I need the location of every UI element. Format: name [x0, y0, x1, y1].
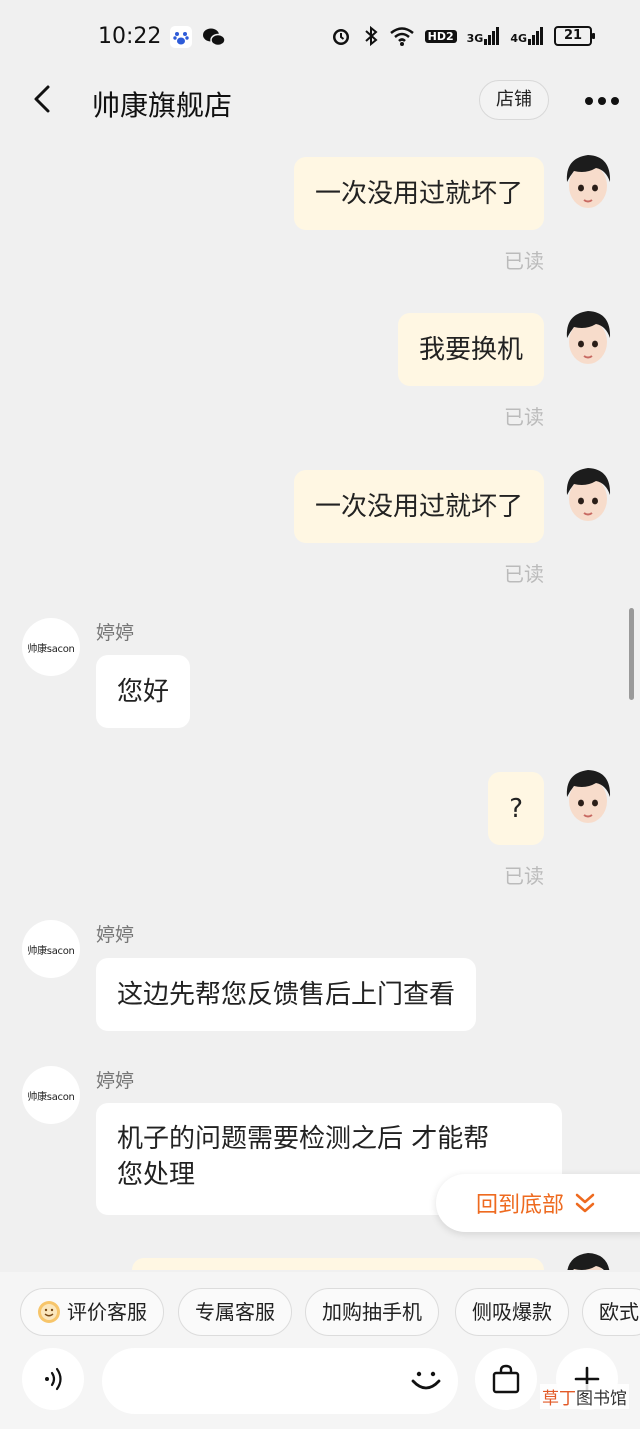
message-input-bar: 草丁图书馆 — [0, 1348, 640, 1429]
shop-button[interactable]: 店铺 — [479, 80, 549, 120]
user-avatar[interactable] — [562, 1250, 614, 1270]
voice-button[interactable] — [22, 1348, 84, 1410]
status-time: 10:22 — [98, 24, 162, 49]
back-arrow-icon[interactable] — [28, 84, 58, 114]
signal-bars-icon — [484, 27, 500, 45]
user-avatar[interactable] — [562, 152, 614, 212]
chip-add-to-cart-draw[interactable]: 加购抽手机 — [305, 1288, 439, 1336]
message-input[interactable] — [102, 1348, 458, 1414]
double-chevron-down-icon — [575, 1193, 595, 1213]
message-bubble-other[interactable]: 您好 — [96, 655, 191, 728]
signal-3g: 3G — [467, 27, 501, 45]
message-bubble-self[interactable]: 一次没用过就坏了 — [293, 470, 544, 543]
emoji-icon[interactable] — [408, 1362, 444, 1398]
smile-badge-icon — [38, 1301, 60, 1323]
sender-name: 婷婷 — [96, 1070, 135, 1092]
chip-side-suction-hot[interactable]: 侧吸爆款 — [455, 1288, 569, 1336]
message-bubble-self[interactable]: ? — [488, 772, 544, 845]
battery-indicator: 21 — [554, 26, 595, 46]
hd-badge: HD2 — [424, 29, 457, 43]
read-status: 已读 — [504, 864, 544, 888]
watermark-text: 草丁图书馆 — [540, 1384, 629, 1409]
chat-message-list[interactable]: 一次没用过就坏了 已读 我要换机 已读 一次没用过就坏了 已读 帅康sacon … — [0, 142, 640, 1270]
user-avatar[interactable] — [562, 308, 614, 368]
signal-bars-icon — [528, 27, 543, 45]
shop-avatar[interactable]: 帅康sacon — [22, 920, 80, 978]
shopping-bag-icon — [492, 1364, 520, 1394]
page-title: 帅康旗舰店 — [92, 89, 233, 122]
message-bubble-self[interactable]: 一次没用过就坏了 — [293, 157, 544, 230]
read-status: 已读 — [504, 249, 544, 273]
read-status: 已读 — [504, 562, 544, 586]
wifi-icon — [389, 27, 414, 46]
user-avatar[interactable] — [562, 767, 614, 827]
read-status: 已读 — [504, 405, 544, 429]
status-indicators: HD2 3G 4G 21 — [329, 24, 595, 48]
shop-avatar[interactable]: 帅康sacon — [22, 1066, 80, 1124]
sender-name: 婷婷 — [96, 924, 135, 946]
chip-european-style[interactable]: 欧式 — [582, 1288, 640, 1336]
alarm-icon — [332, 29, 349, 45]
chat-header: 帅康旗舰店 店铺 — [0, 72, 640, 142]
bluetooth-icon — [364, 25, 378, 47]
more-options-icon[interactable] — [584, 96, 620, 106]
quick-reply-bar: 评价客服 专属客服 加购抽手机 侧吸爆款 欧式 — [0, 1272, 640, 1356]
signal-4g: 4G — [510, 27, 544, 45]
message-bubble-other[interactable]: 这边先帮您反馈售后上门查看 — [96, 958, 477, 1031]
message-bubble-self[interactable]: 我要换机 — [397, 313, 544, 386]
shop-avatar[interactable]: 帅康sacon — [22, 618, 80, 676]
chip-exclusive-service[interactable]: 专属客服 — [178, 1288, 292, 1336]
user-avatar[interactable] — [562, 465, 614, 525]
chip-rate-service[interactable]: 评价客服 — [20, 1288, 164, 1336]
wechat-app-icon — [203, 28, 226, 47]
voice-icon — [45, 1367, 62, 1391]
message-bubble-self[interactable] — [132, 1258, 544, 1270]
sender-name: 婷婷 — [96, 622, 135, 644]
status-bar: 10:22 HD2 3G 4G 21 — [0, 0, 640, 72]
back-to-bottom-button[interactable]: 回到底部 — [436, 1174, 640, 1232]
baidu-app-icon — [170, 26, 192, 48]
scrollbar-thumb[interactable] — [629, 608, 634, 700]
shopping-bag-button[interactable] — [475, 1348, 537, 1410]
